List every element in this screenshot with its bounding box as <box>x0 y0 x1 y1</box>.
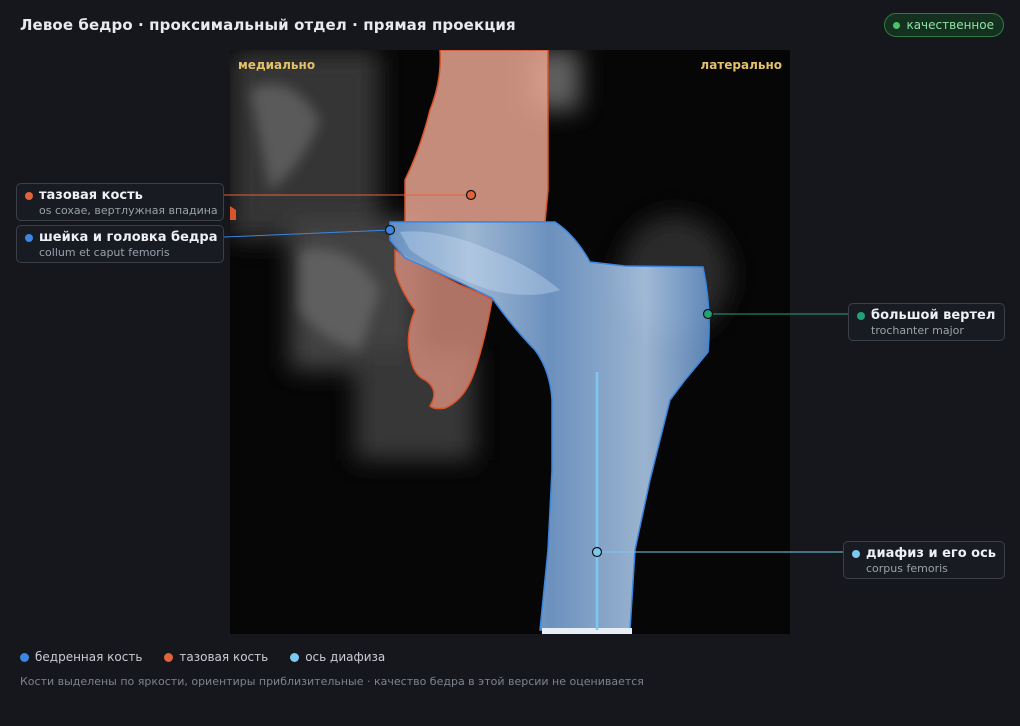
callout-femoral-neck-name: шейка и головка бедра <box>39 230 218 245</box>
callout-shaft-axis[interactable]: диафиз и его ось corpus femoris <box>843 541 1005 579</box>
callout-shaft-latin: corpus femoris <box>866 562 948 575</box>
axis-legend-dot-icon <box>290 652 300 662</box>
femoral-neck-dot-icon <box>25 234 33 242</box>
orientation-medial-label: медиально <box>238 58 316 72</box>
callout-pelvis[interactable]: тазовая кость os coxae, вертлужная впади… <box>16 183 224 221</box>
legend-pelvis-label: тазовая кость <box>179 650 269 664</box>
pelvis-dot-icon <box>25 192 33 200</box>
xray-viewer[interactable]: медиально латерально <box>230 50 790 634</box>
legend-item-pelvis: тазовая кость <box>164 650 268 664</box>
femur-dot-icon <box>20 652 29 662</box>
footnote: Кости выделены по яркости, ориентиры при… <box>20 675 644 688</box>
quality-status-badge: качественное <box>884 13 1004 37</box>
legend-axis-label: ось диафиза <box>305 650 386 664</box>
callout-femoral-neck[interactable]: шейка и головка бедра collum et caput fe… <box>16 225 224 263</box>
pelvis-legend-dot-icon <box>164 652 174 662</box>
legend-item-femur: бедренная кость <box>20 650 142 664</box>
callout-pelvis-latin: os coxae, вертлужная впадина <box>39 204 218 217</box>
callout-trochanter-latin: trochanter major <box>871 324 964 337</box>
shaft-dot-icon <box>852 550 860 558</box>
callout-greater-trochanter[interactable]: большой вертел trochanter major <box>848 303 1005 341</box>
legend: бедренная кость тазовая кость ось диафиз… <box>20 650 385 664</box>
page-title: Левое бедро · проксимальный отдел · прям… <box>20 16 516 34</box>
legend-item-shaft-axis: ось диафиза <box>290 650 385 664</box>
xray-image <box>230 50 790 634</box>
status-dot-icon <box>893 21 901 29</box>
callout-trochanter-name: большой вертел <box>871 308 996 323</box>
callout-pelvis-name: тазовая кость <box>39 188 143 203</box>
trochanter-dot-icon <box>857 312 865 320</box>
quality-badge-label: качественное <box>906 18 994 32</box>
callout-femoral-neck-latin: collum et caput femoris <box>39 246 170 259</box>
callout-shaft-name: диафиз и его ось <box>866 546 997 561</box>
legend-femur-label: бедренная кость <box>35 650 143 664</box>
orientation-lateral-label: латерально <box>700 58 782 72</box>
